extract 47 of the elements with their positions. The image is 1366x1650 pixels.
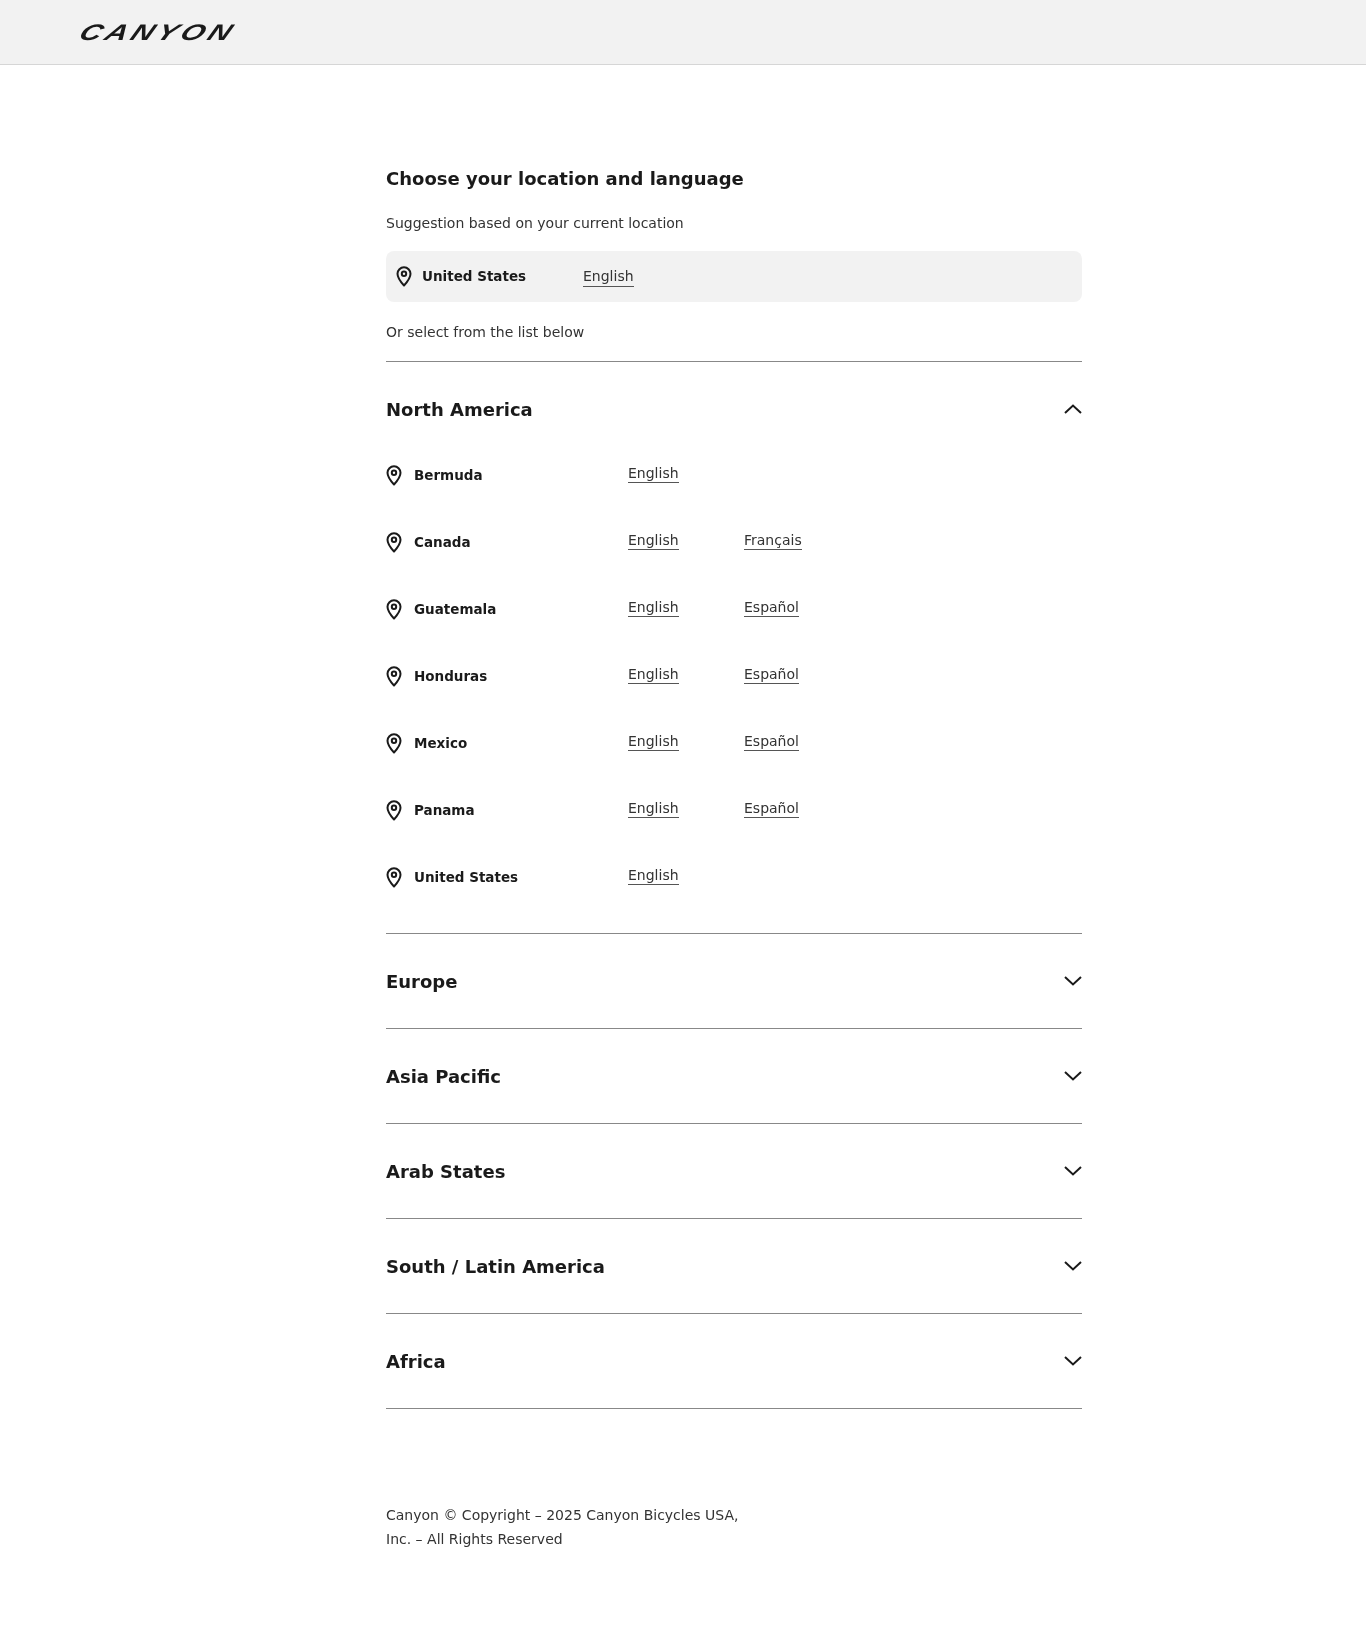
region-header[interactable]: Asia Pacific bbox=[386, 1029, 1082, 1123]
location-pin-icon bbox=[386, 800, 402, 821]
suggestion-label: Suggestion based on your current location bbox=[386, 214, 685, 233]
country-name: Honduras bbox=[414, 667, 489, 687]
chevron-down-icon bbox=[1064, 1071, 1082, 1081]
location-pin-icon bbox=[386, 733, 402, 754]
country-name: Guatemala bbox=[414, 600, 498, 620]
language-link[interactable]: Français bbox=[744, 531, 802, 550]
region-header[interactable]: South / Latin America bbox=[386, 1219, 1082, 1313]
location-pin-icon bbox=[386, 532, 402, 553]
language-link[interactable]: Español bbox=[744, 665, 799, 684]
language-link[interactable]: English bbox=[628, 866, 679, 885]
chevron-down-icon bbox=[1064, 1356, 1082, 1366]
country-name: Canada bbox=[414, 533, 472, 553]
page-title: Choose your location and language bbox=[386, 167, 745, 191]
chevron-up-icon bbox=[1064, 404, 1082, 414]
language-link[interactable]: English bbox=[583, 266, 634, 287]
country-name: Mexico bbox=[414, 734, 469, 754]
location-pin-icon bbox=[386, 666, 402, 687]
language-link[interactable]: English bbox=[628, 598, 679, 617]
logo[interactable]: CANYON bbox=[73, 15, 243, 49]
language-link[interactable]: English bbox=[628, 464, 679, 483]
language-link[interactable]: Español bbox=[744, 732, 799, 751]
location-pin-icon bbox=[386, 465, 402, 486]
list-label: Or select from the list below bbox=[386, 323, 586, 342]
country-name: United States bbox=[414, 868, 520, 888]
location-pin-icon bbox=[396, 266, 412, 287]
region-header[interactable]: Africa bbox=[386, 1314, 1082, 1408]
language-link[interactable]: Español bbox=[744, 799, 799, 818]
region-header[interactable]: Arab States bbox=[386, 1124, 1082, 1218]
region-header[interactable]: Europe bbox=[386, 934, 1082, 1028]
country-name: Panama bbox=[414, 801, 476, 821]
chevron-down-icon bbox=[1064, 976, 1082, 986]
language-link[interactable]: Español bbox=[744, 598, 799, 617]
language-link[interactable]: English bbox=[628, 732, 679, 751]
copyright-text: Canyon © Copyright – 2025 Canyon Bicycles USA, bbox=[386, 1506, 740, 1525]
language-link[interactable]: English bbox=[628, 799, 679, 818]
chevron-down-icon bbox=[1064, 1261, 1082, 1271]
region-header[interactable]: North America bbox=[386, 362, 1082, 456]
location-pin-icon bbox=[386, 867, 402, 888]
country-name: Bermuda bbox=[414, 466, 484, 486]
language-link[interactable]: English bbox=[628, 531, 679, 550]
copyright-text: Inc. – All Rights Reserved bbox=[386, 1530, 564, 1549]
location-pin-icon bbox=[386, 599, 402, 620]
language-link[interactable]: English bbox=[628, 665, 679, 684]
country-name: United States bbox=[422, 267, 528, 287]
chevron-down-icon bbox=[1064, 1166, 1082, 1176]
